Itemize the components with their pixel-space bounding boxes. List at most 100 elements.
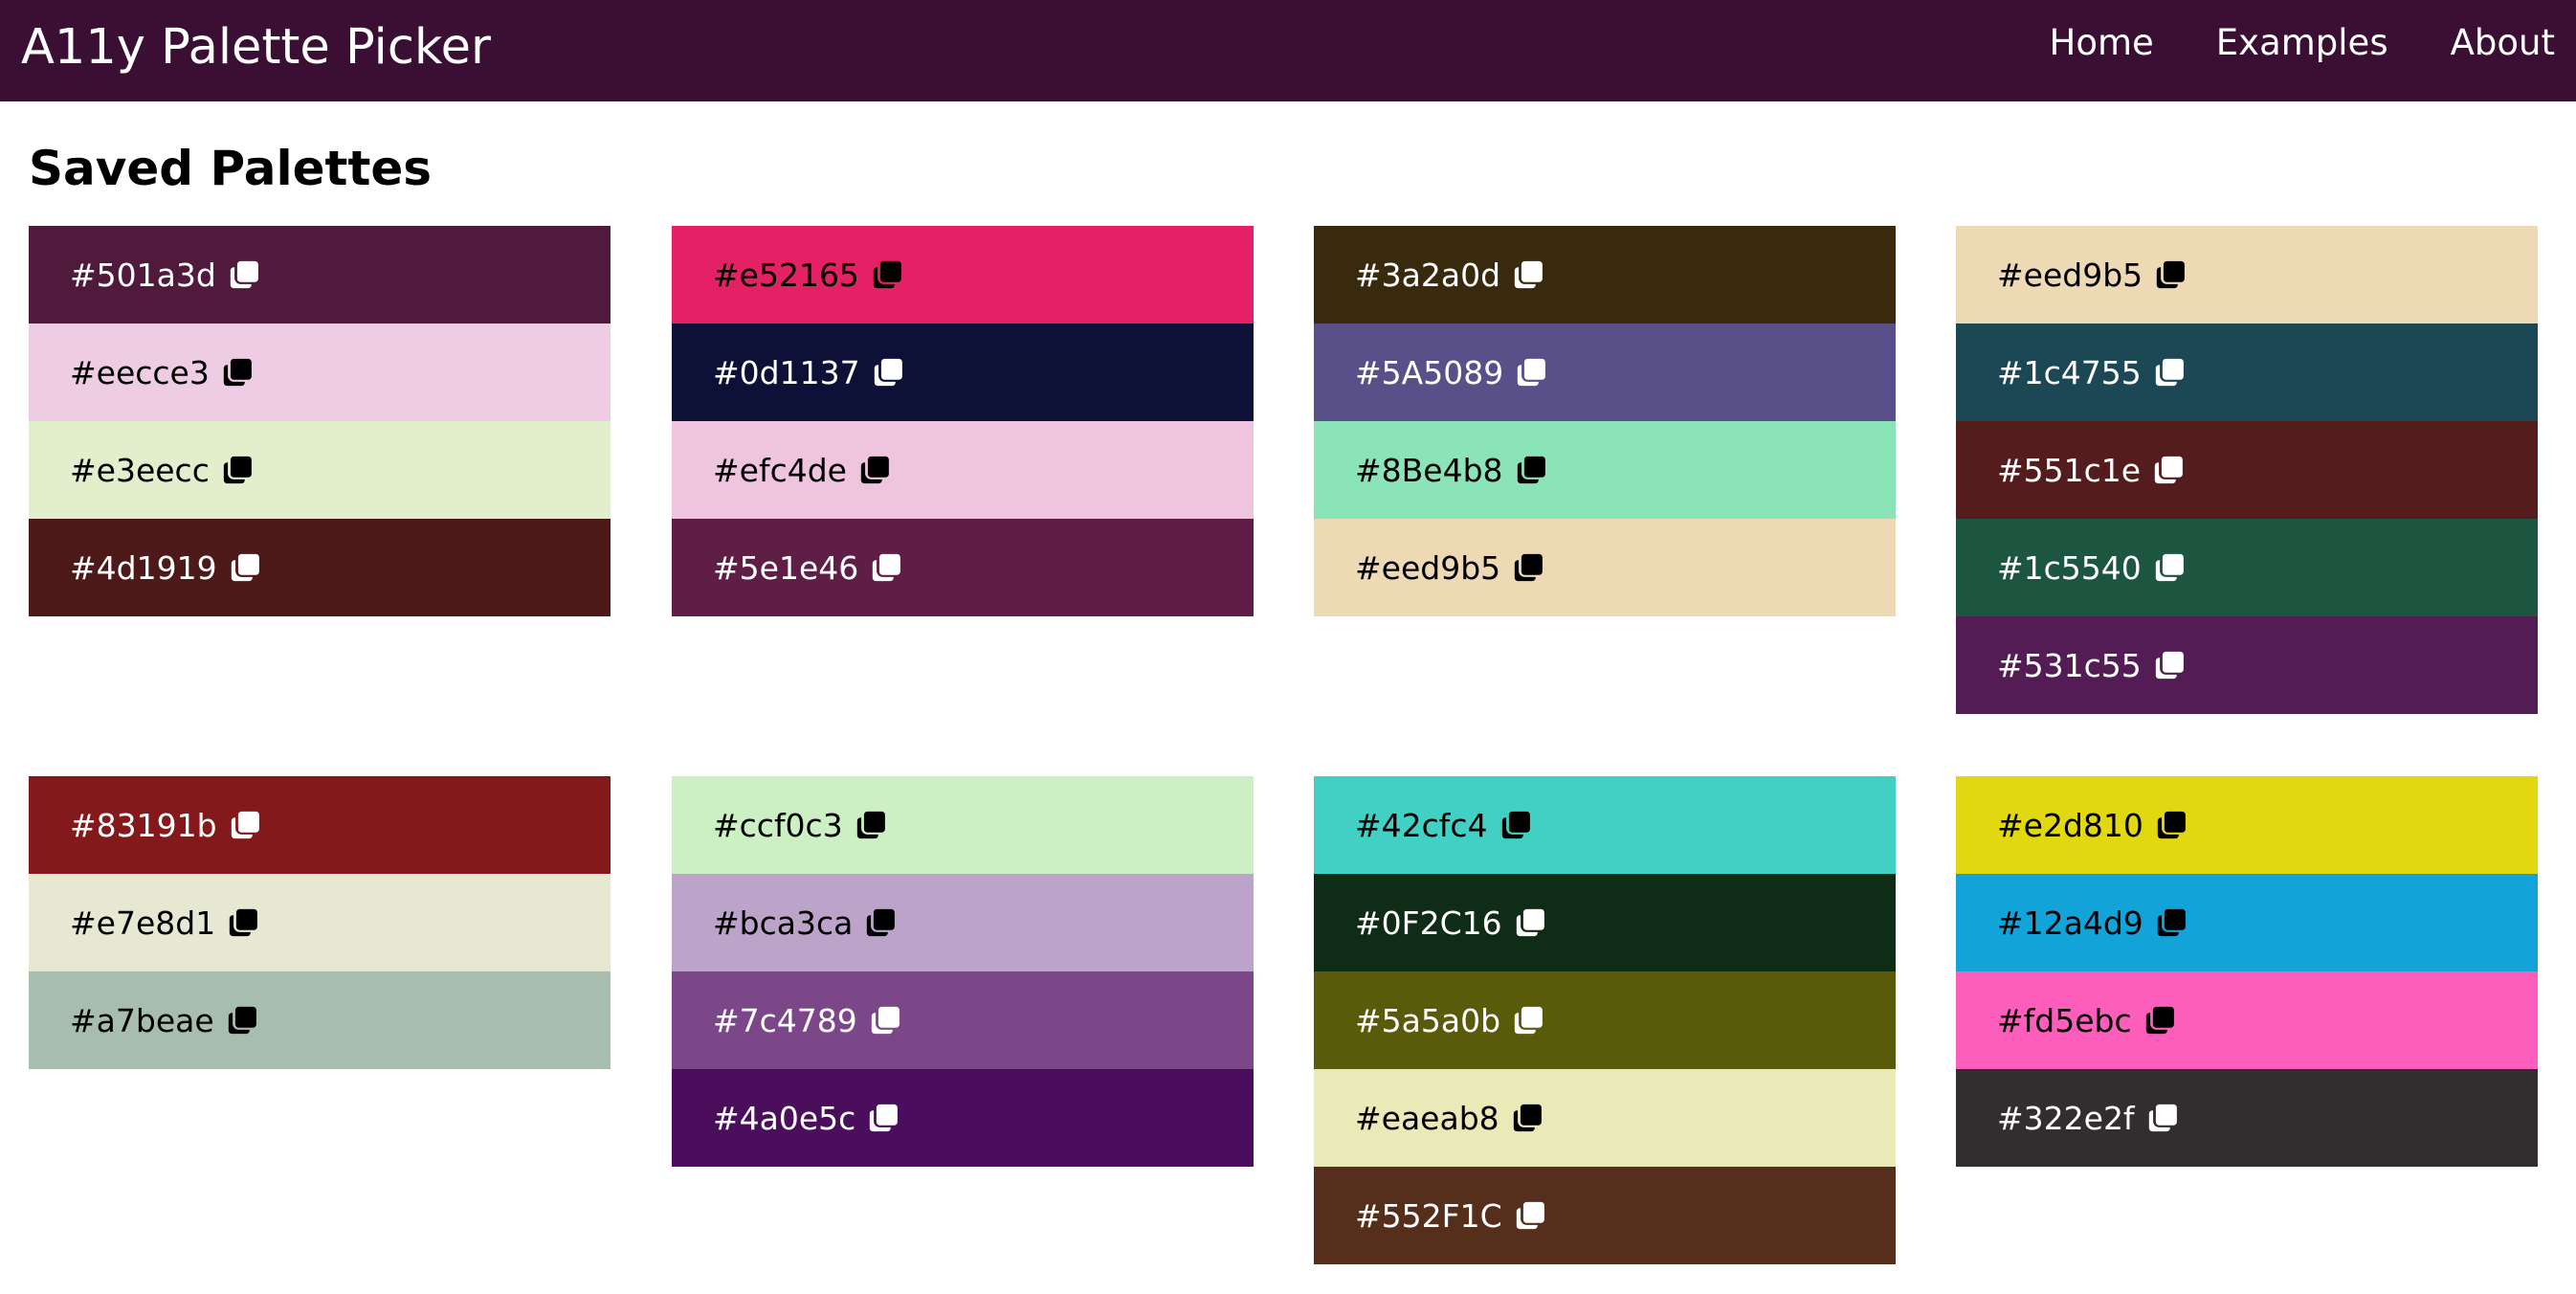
copy-icon[interactable] bbox=[1511, 1102, 1543, 1134]
copy-icon[interactable] bbox=[229, 551, 261, 584]
copy-icon-glyph bbox=[874, 358, 902, 387]
color-swatch[interactable]: #551c1e bbox=[1956, 421, 2538, 519]
copy-icon[interactable] bbox=[221, 356, 254, 389]
color-swatch[interactable]: #83191b bbox=[29, 776, 611, 874]
copy-icon[interactable] bbox=[2154, 258, 2187, 291]
copy-icon[interactable] bbox=[867, 1102, 899, 1134]
hex-code-label: #1c5540 bbox=[1997, 548, 2142, 587]
copy-icon[interactable] bbox=[871, 258, 903, 291]
hex-code-label: #551c1e bbox=[1997, 451, 2142, 489]
hex-code-label: #e7e8d1 bbox=[70, 904, 216, 942]
copy-icon-glyph bbox=[871, 1006, 899, 1035]
color-swatch[interactable]: #501a3d bbox=[29, 226, 611, 324]
color-swatch[interactable]: #1c5540 bbox=[1956, 519, 2538, 616]
color-swatch[interactable]: #4d1919 bbox=[29, 519, 611, 616]
copy-icon[interactable] bbox=[2143, 1004, 2176, 1037]
color-swatch[interactable]: #e7e8d1 bbox=[29, 874, 611, 971]
copy-icon[interactable] bbox=[1499, 809, 1532, 841]
color-swatch[interactable]: #eaeab8 bbox=[1314, 1069, 1896, 1167]
color-swatch[interactable]: #8Be4b8 bbox=[1314, 421, 1896, 519]
copy-icon[interactable] bbox=[870, 551, 902, 584]
color-swatch[interactable]: #552F1C bbox=[1314, 1167, 1896, 1264]
copy-icon[interactable] bbox=[1512, 258, 1544, 291]
color-swatch[interactable]: #eed9b5 bbox=[1314, 519, 1896, 616]
copy-icon[interactable] bbox=[1512, 551, 1544, 584]
copy-icon[interactable] bbox=[229, 809, 261, 841]
color-swatch[interactable]: #ccf0c3 bbox=[672, 776, 1254, 874]
color-swatch[interactable]: #eecce3 bbox=[29, 324, 611, 421]
nav-examples-link[interactable]: Examples bbox=[2216, 22, 2388, 63]
copy-icon[interactable] bbox=[228, 258, 260, 291]
hex-code-label: #12a4d9 bbox=[1997, 904, 2143, 942]
copy-icon[interactable] bbox=[2153, 551, 2186, 584]
color-swatch[interactable]: #4a0e5c bbox=[672, 1069, 1254, 1167]
palette-card: #ccf0c3 #bca3ca #7c4789 #4a0e5c bbox=[672, 776, 1254, 1167]
copy-icon-glyph bbox=[1517, 456, 1545, 484]
copy-icon[interactable] bbox=[855, 809, 887, 841]
hex-code-label: #5a5a0b bbox=[1355, 1001, 1501, 1039]
color-swatch[interactable]: #e3eecc bbox=[29, 421, 611, 519]
hex-code-label: #e3eecc bbox=[70, 451, 210, 489]
hex-code-label: #83191b bbox=[70, 806, 217, 844]
palette-card: #501a3d #eecce3 #e3eecc #4d1919 bbox=[29, 226, 611, 616]
copy-icon[interactable] bbox=[227, 906, 259, 939]
color-swatch[interactable]: #42cfc4 bbox=[1314, 776, 1896, 874]
copy-icon[interactable] bbox=[1515, 356, 1547, 389]
hex-code-label: #eaeab8 bbox=[1355, 1099, 1499, 1137]
copy-icon-glyph bbox=[873, 260, 901, 289]
copy-icon[interactable] bbox=[226, 1004, 258, 1037]
copy-icon[interactable] bbox=[2153, 649, 2186, 681]
color-swatch[interactable]: #12a4d9 bbox=[1956, 874, 2538, 971]
copy-icon-glyph bbox=[1514, 553, 1543, 582]
copy-icon-glyph bbox=[2155, 358, 2184, 387]
color-swatch[interactable]: #1c4755 bbox=[1956, 324, 2538, 421]
copy-icon[interactable] bbox=[1514, 906, 1546, 939]
color-swatch[interactable]: #fd5ebc bbox=[1956, 971, 2538, 1069]
color-swatch[interactable]: #5A5089 bbox=[1314, 324, 1896, 421]
color-swatch[interactable]: #a7beae bbox=[29, 971, 611, 1069]
color-swatch[interactable]: #5a5a0b bbox=[1314, 971, 1896, 1069]
color-swatch[interactable]: #322e2f bbox=[1956, 1069, 2538, 1167]
color-swatch[interactable]: #e2d810 bbox=[1956, 776, 2538, 874]
copy-icon[interactable] bbox=[858, 454, 891, 486]
color-swatch[interactable]: #0F2C16 bbox=[1314, 874, 1896, 971]
copy-icon[interactable] bbox=[1515, 454, 1547, 486]
copy-icon[interactable] bbox=[872, 356, 904, 389]
copy-icon[interactable] bbox=[2153, 356, 2186, 389]
palette-card: #42cfc4 #0F2C16 #5a5a0b #eaeab8 #552F1C bbox=[1314, 776, 1896, 1264]
copy-icon-glyph bbox=[223, 358, 252, 387]
copy-icon[interactable] bbox=[864, 906, 897, 939]
copy-icon-glyph bbox=[223, 456, 252, 484]
color-swatch[interactable]: #efc4de bbox=[672, 421, 1254, 519]
hex-code-label: #e52165 bbox=[713, 256, 859, 294]
color-swatch[interactable]: #e52165 bbox=[672, 226, 1254, 324]
copy-icon[interactable] bbox=[2152, 454, 2185, 486]
palette-card: #e2d810 #12a4d9 #fd5ebc #322e2f bbox=[1956, 776, 2538, 1167]
brand-link[interactable]: A11y Palette Picker bbox=[21, 0, 491, 96]
copy-icon[interactable] bbox=[2155, 906, 2187, 939]
copy-icon-glyph bbox=[1518, 358, 1546, 387]
color-swatch[interactable]: #7c4789 bbox=[672, 971, 1254, 1069]
color-swatch[interactable]: #0d1137 bbox=[672, 324, 1254, 421]
copy-icon[interactable] bbox=[2155, 809, 2187, 841]
hex-code-label: #a7beae bbox=[70, 1001, 214, 1039]
copy-icon-glyph bbox=[1516, 1201, 1544, 1230]
copy-icon[interactable] bbox=[1512, 1004, 1544, 1037]
copy-icon[interactable] bbox=[1514, 1199, 1546, 1232]
copy-icon-glyph bbox=[230, 260, 258, 289]
copy-icon-glyph bbox=[2156, 260, 2186, 289]
color-swatch[interactable]: #bca3ca bbox=[672, 874, 1254, 971]
copy-icon-glyph bbox=[1513, 1104, 1542, 1132]
hex-code-label: #7c4789 bbox=[713, 1001, 857, 1039]
copy-icon[interactable] bbox=[221, 454, 254, 486]
navbar: A11y Palette Picker Home Examples About bbox=[0, 0, 2576, 101]
color-swatch[interactable]: #eed9b5 bbox=[1956, 226, 2538, 324]
nav-about-link[interactable]: About bbox=[2451, 22, 2555, 63]
color-swatch[interactable]: #531c55 bbox=[1956, 616, 2538, 714]
hex-code-label: #5e1e46 bbox=[713, 548, 859, 587]
color-swatch[interactable]: #3a2a0d bbox=[1314, 226, 1896, 324]
nav-home-link[interactable]: Home bbox=[2050, 22, 2154, 63]
copy-icon[interactable] bbox=[869, 1004, 901, 1037]
copy-icon[interactable] bbox=[2146, 1102, 2179, 1134]
color-swatch[interactable]: #5e1e46 bbox=[672, 519, 1254, 616]
